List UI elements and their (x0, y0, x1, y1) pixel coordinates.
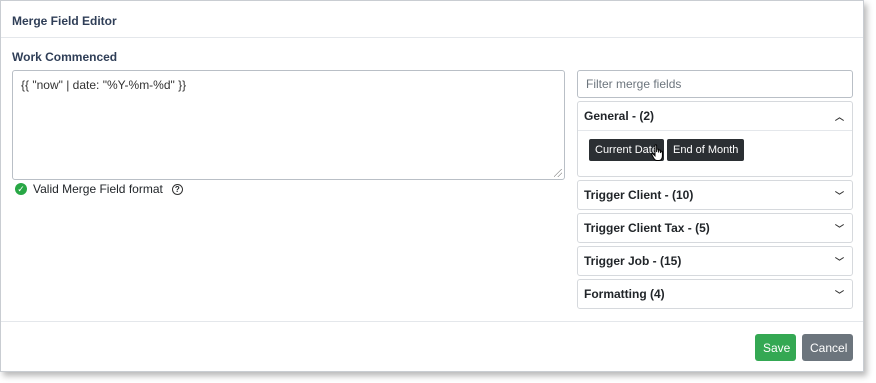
accordion-header-general[interactable]: General - (2) ︿ (578, 102, 852, 130)
accordion-title: Trigger Client Tax - (5) (584, 221, 710, 235)
merge-field-textarea[interactable]: {{ "now" | date: "%Y-%m-%d" }} (12, 70, 565, 180)
accordion-header-formatting[interactable]: Formatting (4) ﹀ (578, 280, 852, 308)
hand-pointer-icon (651, 144, 665, 165)
accordion-title: General - (2) (584, 109, 655, 123)
accordion-header-trigger-client-tax[interactable]: Trigger Client Tax - (5) ﹀ (578, 214, 852, 242)
accordion-trigger-client-tax: Trigger Client Tax - (5) ﹀ (577, 213, 853, 243)
check-circle-icon: ✓ (15, 183, 27, 195)
accordion-formatting: Formatting (4) ﹀ (577, 279, 853, 309)
merge-chip-end-of-month[interactable]: End of Month (666, 139, 745, 161)
accordion-general: General - (2) ︿ Current Date End of Mont… (577, 101, 853, 177)
resize-grip-icon[interactable] (554, 169, 562, 177)
question-circle-icon[interactable]: ? (171, 183, 183, 195)
accordion-trigger-client: Trigger Client - (10) ﹀ (577, 180, 853, 210)
accordion-title: Trigger Client - (10) (584, 188, 694, 202)
accordion-trigger-job: Trigger Job - (15) ﹀ (577, 246, 853, 276)
filter-merge-fields-input[interactable] (577, 70, 853, 98)
field-label: Work Commenced (12, 50, 118, 64)
chevron-up-icon: ︿ (834, 111, 844, 122)
modal-footer: Save Cancel (1, 321, 863, 371)
accordion-header-trigger-job[interactable]: Trigger Job - (15) ﹀ (578, 247, 852, 275)
validation-status: ✓ Valid Merge Field format ? (15, 182, 183, 196)
accordion-body-general: Current Date End of Month (578, 130, 852, 176)
cancel-button[interactable]: Cancel (802, 334, 853, 361)
chevron-down-icon: ﹀ (834, 289, 844, 300)
accordion-title: Trigger Job - (15) (584, 254, 682, 268)
chevron-down-icon: ﹀ (834, 223, 844, 234)
merge-field-editor-modal: Merge Field Editor Work Commenced {{ "no… (0, 0, 864, 372)
merge-field-text: {{ "now" | date: "%Y-%m-%d" }} (21, 78, 187, 92)
merge-fields-panel: General - (2) ︿ Current Date End of Mont… (577, 70, 853, 309)
save-button[interactable]: Save (755, 334, 796, 361)
modal-header: Merge Field Editor (1, 1, 863, 38)
accordion-title: Formatting (4) (584, 287, 665, 301)
validation-text: Valid Merge Field format (33, 182, 163, 196)
modal-title: Merge Field Editor (12, 14, 117, 28)
chevron-down-icon: ﹀ (834, 190, 844, 201)
chevron-down-icon: ﹀ (834, 256, 844, 267)
accordion-header-trigger-client[interactable]: Trigger Client - (10) ﹀ (578, 181, 852, 209)
